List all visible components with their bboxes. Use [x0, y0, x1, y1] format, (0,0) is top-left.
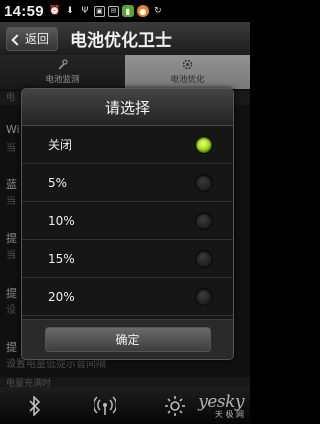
option-label: 关闭: [48, 138, 73, 152]
option-label: 15%: [48, 251, 75, 266]
option-label: 5%: [48, 175, 68, 190]
select-dialog: 请选择 关闭 5% 10% 15% 20% 确定: [21, 88, 234, 360]
sync-icon: ↻: [154, 6, 162, 16]
nfc-icon: ▣: [93, 5, 105, 17]
option-15[interactable]: 15%: [22, 240, 233, 278]
back-button-label: 返回: [25, 32, 50, 46]
browser-icon: ●: [136, 5, 149, 17]
option-10[interactable]: 10%: [22, 202, 233, 240]
battery-icon: ▮: [121, 5, 134, 17]
option-off[interactable]: 关闭: [22, 126, 233, 164]
option-list: 关闭 5% 10% 15% 20%: [22, 126, 233, 316]
option-20[interactable]: 20%: [22, 278, 233, 316]
brightness-icon[interactable]: [163, 394, 187, 418]
back-button[interactable]: 返回: [6, 26, 59, 51]
radio-button[interactable]: [195, 135, 213, 154]
option-label: 10%: [48, 213, 75, 228]
app-header: 返回 电池优化卫士: [0, 22, 250, 55]
radio-button[interactable]: [195, 211, 213, 230]
status-icons: ⏰ ⬇ Ψ ▣ ✉ ▮ ● ↻: [49, 5, 164, 17]
option-5[interactable]: 5%: [22, 164, 233, 202]
page-title: 电池优化卫士: [70, 31, 173, 51]
radio-button[interactable]: [195, 173, 213, 192]
radio-button[interactable]: [195, 287, 213, 306]
option-label: 20%: [48, 289, 75, 304]
dialog-header: 请选择: [22, 89, 233, 126]
download-icon: ⬇: [66, 6, 74, 16]
status-time: 14:59: [4, 2, 44, 20]
watermark: yesky 天 极 网: [198, 392, 244, 420]
bluetooth-icon[interactable]: [23, 394, 47, 418]
dialog-title: 请选择: [104, 98, 150, 117]
chat-icon: ✉: [107, 5, 119, 17]
dialog-footer: 确定: [22, 319, 233, 359]
usb-icon: Ψ: [81, 6, 89, 16]
radio-button[interactable]: [195, 249, 213, 268]
status-bar: 14:59 ⏰ ⬇ Ψ ▣ ✉ ▮ ● ↻: [0, 0, 250, 22]
confirm-button[interactable]: 确定: [44, 327, 211, 352]
wifi-hotspot-icon[interactable]: [93, 394, 117, 418]
alarm-icon: ⏰: [49, 6, 61, 16]
